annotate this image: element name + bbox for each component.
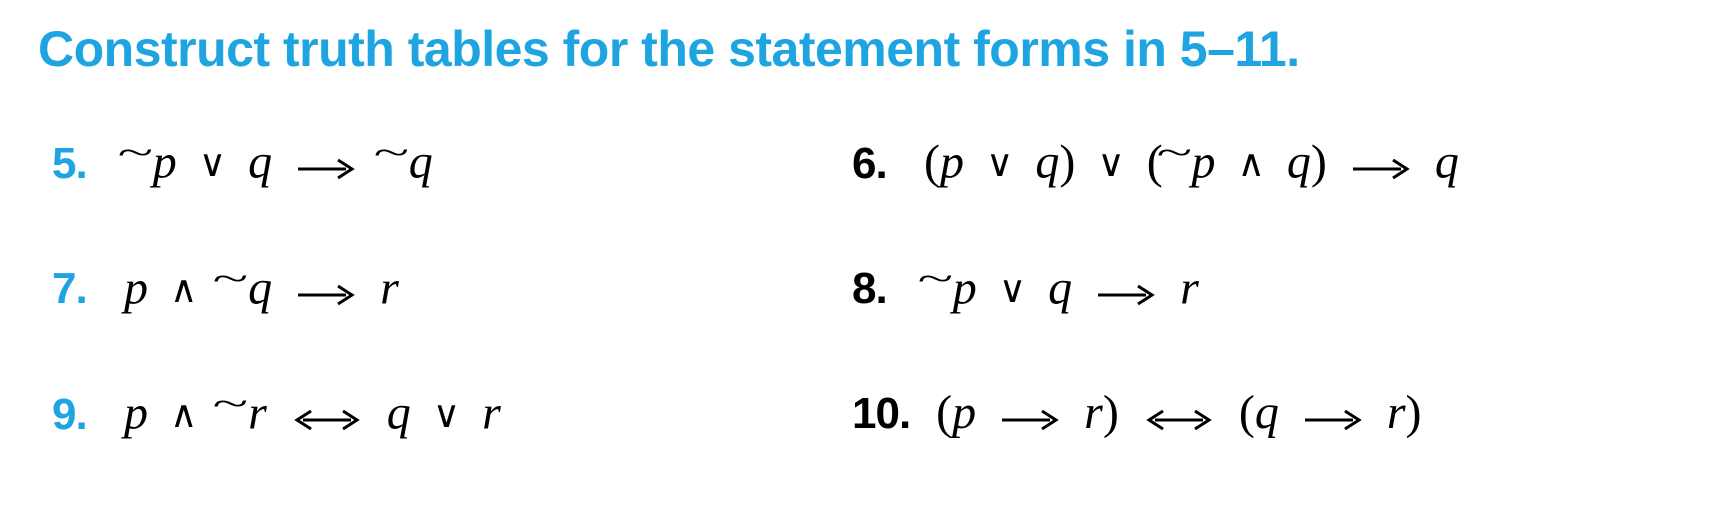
instructions-heading: Construct truth tables for the statement…	[38, 20, 1675, 78]
exercise-number-6: 6.	[852, 139, 898, 189]
exercise-expression-6: (p ∨ q) ∨ (~p ∧ q) q	[924, 134, 1459, 190]
exercise-number-9: 9.	[52, 390, 98, 440]
exercise-number-7: 7.	[52, 264, 98, 314]
exercise-7: 7. p ∧ ~q r	[52, 260, 852, 316]
exercise-expression-8: ~p ∨ q r	[924, 260, 1199, 316]
exercise-10: 10. (p r) (q r)	[852, 385, 1675, 441]
exercise-number-8: 8.	[852, 264, 898, 314]
exercise-expression-10: (p r) (q r)	[936, 385, 1421, 440]
exercise-5: 5. ~p ∨ q ~q	[52, 134, 852, 190]
exercise-8: 8. ~p ∨ q r	[852, 260, 1675, 316]
exercise-number-10: 10.	[852, 389, 910, 439]
exercise-expression-9: p ∧ ~r q ∨ r	[124, 385, 501, 441]
exercise-number-5: 5.	[52, 139, 98, 189]
exercise-expression-7: p ∧ ~q r	[124, 260, 399, 316]
exercise-expression-5: ~p ∨ q ~q	[124, 134, 433, 190]
exercise-6: 6. (p ∨ q) ∨ (~p ∧ q) q	[852, 134, 1675, 190]
exercise-grid: 5. ~p ∨ q ~q 6. (p ∨ q) ∨ (~p ∧ q) q 7. …	[38, 134, 1675, 441]
exercise-9: 9. p ∧ ~r q ∨ r	[52, 385, 852, 441]
